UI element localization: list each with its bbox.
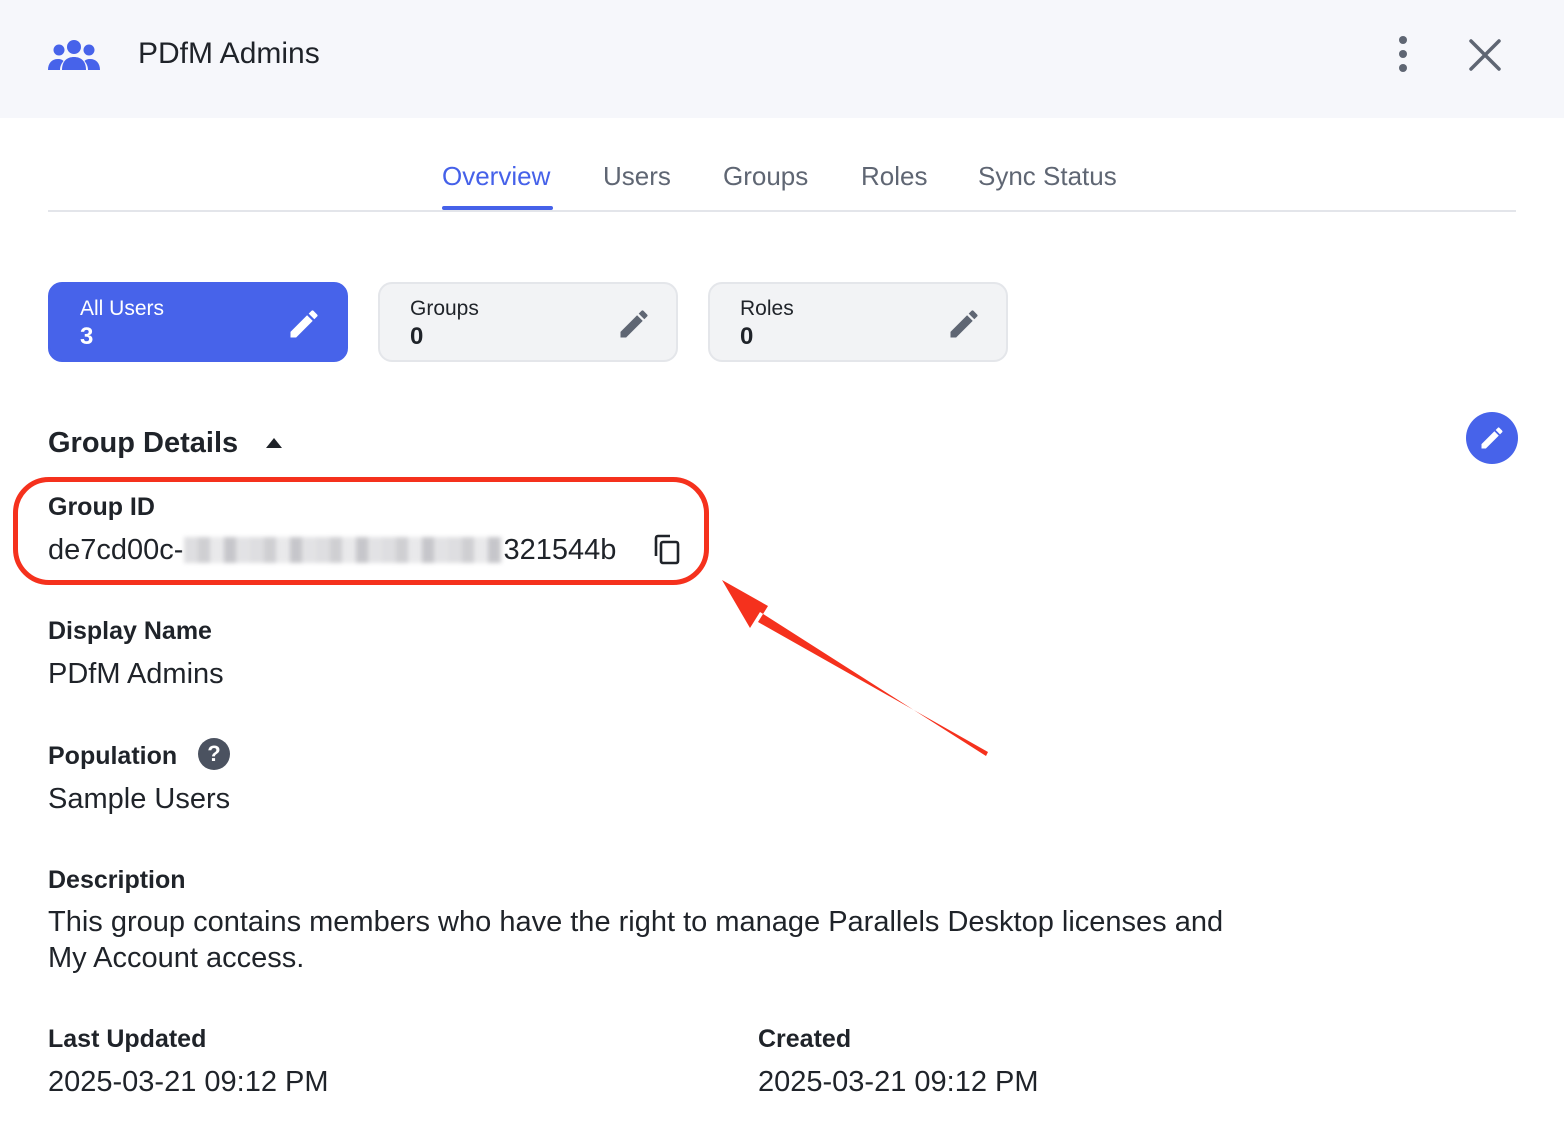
pencil-icon: [1481, 427, 1503, 449]
group-id-value: de7cd00c- 321544b: [48, 532, 616, 568]
created-label: Created: [758, 1025, 852, 1053]
card-label: All Users: [80, 297, 165, 320]
redacted-segment: [184, 537, 503, 563]
group-details-panel: PDfM Admins Overview Users Groups Roles …: [0, 0, 1564, 1148]
description-label: Description: [48, 866, 186, 894]
population-value: Sample Users: [48, 783, 231, 815]
roles-card[interactable]: Roles 0: [708, 282, 1008, 362]
created-value: 2025-03-21 09:12 PM: [758, 1066, 1039, 1098]
panel-header: PDfM Admins: [0, 0, 1564, 118]
groups-card[interactable]: Groups 0: [378, 282, 678, 362]
all-users-card[interactable]: All Users 3: [48, 282, 348, 362]
kebab-menu-icon[interactable]: [1388, 32, 1418, 76]
caret-up-icon[interactable]: [264, 436, 284, 450]
last-updated-label: Last Updated: [48, 1025, 207, 1053]
card-value: 0: [410, 323, 424, 350]
group-id-prefix: de7cd00c-: [48, 534, 184, 566]
panel-title: PDfM Admins: [138, 37, 320, 70]
last-updated-value: 2025-03-21 09:12 PM: [48, 1066, 329, 1098]
pencil-icon[interactable]: [946, 306, 982, 342]
section-title: Group Details: [48, 427, 239, 459]
tab-groups[interactable]: Groups: [723, 158, 808, 194]
tab-sync-status[interactable]: Sync Status: [978, 158, 1117, 194]
edit-details-button[interactable]: [1466, 412, 1518, 464]
tab-users[interactable]: Users: [603, 158, 671, 194]
annotation-arrow-icon: [722, 580, 988, 756]
tab-bar: Overview Users Groups Roles Sync Status: [48, 140, 1516, 212]
group-id-suffix: 321544b: [503, 534, 617, 566]
tab-roles[interactable]: Roles: [861, 158, 927, 194]
card-value: 3: [80, 323, 94, 350]
users-group-icon: [48, 40, 100, 70]
close-icon[interactable]: [1464, 34, 1506, 76]
card-label: Groups: [410, 297, 479, 320]
group-id-label: Group ID: [48, 493, 155, 521]
description-value: This group contains members who have the…: [48, 906, 1224, 974]
population-label: Population: [48, 742, 178, 770]
display-name-value: PDfM Admins: [48, 658, 224, 690]
copy-icon[interactable]: [652, 534, 682, 566]
active-tab-indicator: [442, 206, 553, 210]
pencil-icon[interactable]: [616, 306, 652, 342]
display-name-label: Display Name: [48, 617, 212, 645]
card-value: 0: [740, 323, 754, 350]
tab-overview[interactable]: Overview: [442, 158, 550, 194]
pencil-icon[interactable]: [286, 306, 322, 342]
card-label: Roles: [740, 297, 794, 320]
help-icon[interactable]: ?: [198, 738, 230, 770]
